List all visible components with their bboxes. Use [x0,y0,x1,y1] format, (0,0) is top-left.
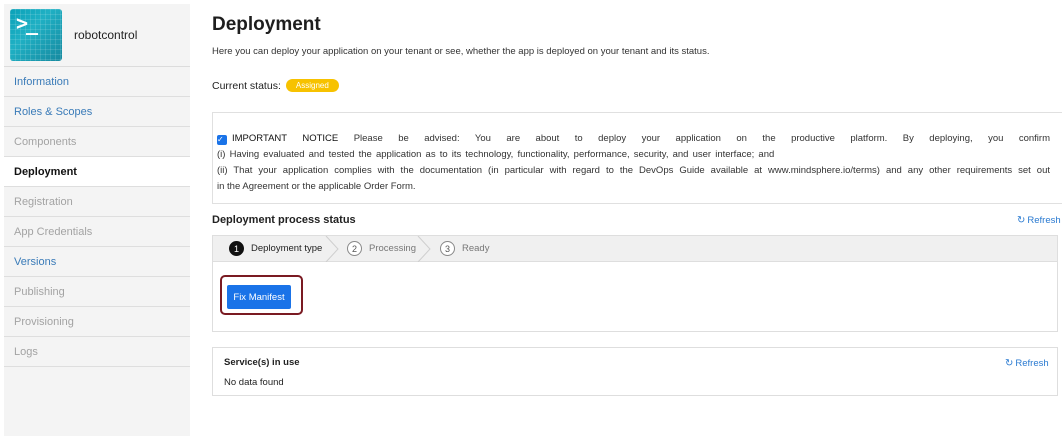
sidebar-item-app-credentials[interactable]: App Credentials [4,217,190,247]
app-header: >_ robotcontrol [4,4,190,67]
notice-line-4: in the Agreement or the applicable Order… [217,181,416,192]
step-label: Processing [369,243,416,254]
step-separator-icon [417,236,431,262]
process-refresh-label: Refresh [1027,215,1061,226]
sidebar-item-information[interactable]: Information [4,67,190,97]
step-label: Deployment type [251,243,323,254]
step-separator-icon [325,236,339,262]
stepper: 1 Deployment type 2 Processing 3 Ready [213,236,1057,262]
process-box: 1 Deployment type 2 Processing 3 Ready F… [212,235,1058,332]
notice-checkbox[interactable]: ✓ [217,135,227,145]
sidebar-item-roles-scopes[interactable]: Roles & Scopes [4,97,190,127]
notice-line-1: ✓ IMPORTANT NOTICE Please be advised: You… [217,131,1050,147]
sidebar-item-versions[interactable]: Versions [4,247,190,277]
fix-manifest-button[interactable]: Fix Manifest [227,285,291,309]
terminal-icon: >_ [16,11,38,35]
sidebar-item-logs[interactable]: Logs [4,337,190,367]
sidebar-item-deployment[interactable]: Deployment [4,157,190,187]
step-number: 2 [347,241,362,256]
services-title: Service(s) in use [224,357,300,368]
services-panel: Service(s) in use ↻ Refresh No data foun… [212,347,1058,396]
refresh-icon: ↻ [1017,215,1026,226]
status-label: Current status: [212,79,281,92]
services-refresh-button[interactable]: ↻ Refresh [1005,358,1049,369]
step-ready[interactable]: 3 Ready [440,241,489,256]
services-empty-text: No data found [224,377,284,388]
step-label: Ready [462,243,490,254]
notice-heading: IMPORTANT NOTICE [232,133,339,144]
important-notice: ✓ IMPORTANT NOTICE Please be advised: You… [212,112,1062,204]
step-deployment-type[interactable]: 1 Deployment type [229,241,322,256]
process-status-title: Deployment process status [212,214,356,226]
page-subtitle: Here you can deploy your application on … [212,46,710,57]
notice-text-1: Please be advised: You are about to depl… [353,133,1050,144]
sidebar-item-publishing[interactable]: Publishing [4,277,190,307]
refresh-icon: ↻ [1005,358,1014,369]
services-refresh-label: Refresh [1015,358,1049,369]
sidebar-item-registration[interactable]: Registration [4,187,190,217]
current-status: Current status: Assigned [212,79,339,92]
step-processing[interactable]: 2 Processing [347,241,416,256]
app-name: robotcontrol [74,28,138,42]
notice-line-3: (ii) That your application complies with… [217,165,1050,176]
notice-line-2: (i) Having evaluated and tested the appl… [217,149,775,160]
sidebar-item-provisioning[interactable]: Provisioning [4,307,190,337]
app-logo: >_ [10,9,62,61]
main-content: Deployment Here you can deploy your appl… [212,0,1064,439]
step-number: 3 [440,241,455,256]
sidebar-item-components[interactable]: Components [4,127,190,157]
status-badge: Assigned [285,79,339,92]
process-refresh-button[interactable]: ↻ Refresh [1017,215,1061,226]
page-title: Deployment [212,14,321,35]
step-number: 1 [229,241,244,256]
sidebar: >_ robotcontrol Information Roles & Scop… [4,4,190,436]
